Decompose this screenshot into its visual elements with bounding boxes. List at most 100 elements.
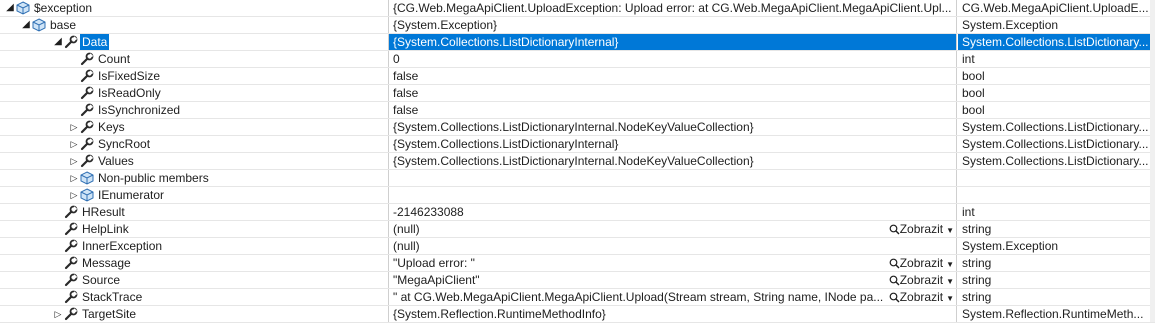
type-cell: System.Collections.ListDictionary...: [958, 153, 1150, 169]
value-cell[interactable]: false: [389, 85, 957, 101]
name-cell[interactable]: ▷ Keys: [0, 119, 389, 135]
name-label: base: [50, 18, 77, 32]
value-text: false: [393, 103, 419, 117]
type-cell: int: [958, 204, 1150, 220]
name-cell[interactable]: ▷ SyncRoot: [0, 136, 389, 152]
type-text: string: [962, 256, 992, 270]
expand-arrow-icon[interactable]: ▷: [68, 170, 80, 186]
collapse-arrow-icon[interactable]: ◢: [4, 0, 16, 16]
dropdown-arrow-icon[interactable]: ▼: [946, 260, 954, 269]
watch-row[interactable]: Message "Upload error: " Zobrazit ▼ string: [0, 255, 1155, 272]
value-cell[interactable]: false: [389, 102, 957, 118]
watch-row[interactable]: ▷ Keys {System.Collections.ListDictionaryI…: [0, 119, 1155, 136]
dropdown-arrow-icon[interactable]: ▼: [946, 226, 954, 235]
magnifier-icon: [889, 256, 900, 270]
collapse-arrow-icon[interactable]: ◢: [52, 34, 64, 50]
name-cell[interactable]: ▷ IEnumerator: [0, 187, 389, 203]
watch-row[interactable]: ▷ TargetSite {System.Reflection.RuntimeMet…: [0, 306, 1155, 323]
type-cell: bool: [958, 68, 1150, 84]
type-cell: System.Collections.ListDictionary...: [958, 34, 1150, 50]
expand-arrow-icon[interactable]: ▷: [68, 119, 80, 135]
watch-row[interactable]: HResult -2146233088 int: [0, 204, 1155, 221]
type-cell: System.Reflection.RuntimeMeth...: [958, 306, 1150, 322]
value-cell[interactable]: "MegaApiClient" Zobrazit ▼: [389, 272, 957, 288]
value-cell[interactable]: [389, 170, 957, 186]
name-cell[interactable]: IsReadOnly: [0, 85, 389, 101]
name-cell[interactable]: HResult: [0, 204, 389, 220]
watch-row[interactable]: ◢ Data {System.Collections.ListDictionaryI…: [0, 34, 1155, 51]
watch-row[interactable]: ◢ $exception {CG.Web.MegaApiClient.UploadE…: [0, 0, 1155, 17]
name-cell[interactable]: HelpLink: [0, 221, 389, 237]
value-text: "Upload error: ": [393, 256, 475, 270]
expand-arrow-icon[interactable]: ▷: [68, 153, 80, 169]
name-cell[interactable]: Source: [0, 272, 389, 288]
watch-row[interactable]: IsReadOnly false bool: [0, 85, 1155, 102]
value-cell[interactable]: {System.Collections.ListDictionaryIntern…: [389, 119, 957, 135]
value-cell[interactable]: {System.Collections.ListDictionaryIntern…: [389, 153, 957, 169]
watch-row[interactable]: ▷ SyncRoot {System.Collections.ListDiction…: [0, 136, 1155, 153]
type-text: int: [962, 205, 975, 219]
view-label: Zobrazit: [899, 222, 944, 236]
vertical-scrollbar[interactable]: [1150, 0, 1155, 322]
value-text: {System.Collections.ListDictionaryIntern…: [393, 154, 754, 168]
type-text: string: [962, 273, 992, 287]
watch-row[interactable]: ▷ Values {System.Collections.ListDictionar…: [0, 153, 1155, 170]
type-cell: string: [958, 289, 1150, 305]
watch-row[interactable]: ▷ IEnumerator: [0, 187, 1155, 204]
watch-row[interactable]: IsFixedSize false bool: [0, 68, 1155, 85]
value-cell[interactable]: {System.Collections.ListDictionaryIntern…: [389, 136, 957, 152]
name-cell[interactable]: Message: [0, 255, 389, 271]
expand-arrow-icon[interactable]: ▷: [52, 306, 64, 322]
name-cell[interactable]: IsSynchronized: [0, 102, 389, 118]
name-cell[interactable]: ▷ Non-public members: [0, 170, 389, 186]
value-cell[interactable]: {System.Reflection.RuntimeMethodInfo}: [389, 306, 957, 322]
value-text: " at CG.Web.MegaApiClient.MegaApiClient.…: [393, 290, 884, 304]
watch-row[interactable]: Count 0 int: [0, 51, 1155, 68]
name-label: TargetSite: [82, 307, 137, 321]
value-text: -2146233088: [393, 205, 464, 219]
value-cell[interactable]: {System.Collections.ListDictionaryIntern…: [389, 34, 957, 50]
watch-row[interactable]: StackTrace " at CG.Web.MegaApiClient.Mega…: [0, 289, 1155, 306]
view-visualizer-button[interactable]: Zobrazit ▼: [889, 272, 954, 288]
value-cell[interactable]: [389, 187, 957, 203]
watch-row[interactable]: IsSynchronized false bool: [0, 102, 1155, 119]
name-cell[interactable]: Count: [0, 51, 389, 67]
value-cell[interactable]: {CG.Web.MegaApiClient.UploadException: U…: [389, 0, 957, 16]
value-cell[interactable]: (null) Zobrazit ▼: [389, 221, 957, 237]
name-cell[interactable]: InnerException: [0, 238, 389, 254]
property-wrench-icon: [80, 86, 94, 100]
collapse-arrow-icon[interactable]: ◢: [20, 17, 32, 33]
value-cell[interactable]: -2146233088: [389, 204, 957, 220]
watch-row[interactable]: ▷ Non-public members: [0, 170, 1155, 187]
name-cell[interactable]: ◢ Data: [0, 34, 389, 50]
value-cell[interactable]: " at CG.Web.MegaApiClient.MegaApiClient.…: [389, 289, 957, 305]
watch-row[interactable]: ◢ base {System.Exception} System.Exception: [0, 17, 1155, 34]
watch-row[interactable]: HelpLink (null) Zobrazit ▼ string: [0, 221, 1155, 238]
name-label: IsSynchronized: [98, 103, 181, 117]
name-cell[interactable]: ▷ Values: [0, 153, 389, 169]
dropdown-arrow-icon[interactable]: ▼: [946, 277, 954, 286]
view-visualizer-button[interactable]: Zobrazit ▼: [889, 221, 954, 237]
type-text: CG.Web.MegaApiClient.UploadE...: [962, 1, 1149, 15]
object-icon: [80, 188, 94, 202]
expand-arrow-icon[interactable]: ▷: [68, 136, 80, 152]
name-cell[interactable]: ◢ base: [0, 17, 389, 33]
name-cell[interactable]: ▷ TargetSite: [0, 306, 389, 322]
view-visualizer-button[interactable]: Zobrazit ▼: [889, 289, 954, 305]
name-cell[interactable]: IsFixedSize: [0, 68, 389, 84]
value-cell[interactable]: "Upload error: " Zobrazit ▼: [389, 255, 957, 271]
value-cell[interactable]: {System.Exception}: [389, 17, 957, 33]
magnifier-icon: [889, 273, 900, 287]
watch-row[interactable]: Source "MegaApiClient" Zobrazit ▼ string: [0, 272, 1155, 289]
type-cell: string: [958, 221, 1150, 237]
value-cell[interactable]: 0: [389, 51, 957, 67]
view-visualizer-button[interactable]: Zobrazit ▼: [889, 255, 954, 271]
value-cell[interactable]: false: [389, 68, 957, 84]
watch-row[interactable]: InnerException (null) System.Exception: [0, 238, 1155, 255]
name-cell[interactable]: StackTrace: [0, 289, 389, 305]
name-cell[interactable]: ◢ $exception: [0, 0, 389, 16]
name-label: IEnumerator: [98, 188, 165, 202]
value-cell[interactable]: (null): [389, 238, 957, 254]
expand-arrow-icon[interactable]: ▷: [68, 187, 80, 203]
dropdown-arrow-icon[interactable]: ▼: [946, 294, 954, 303]
